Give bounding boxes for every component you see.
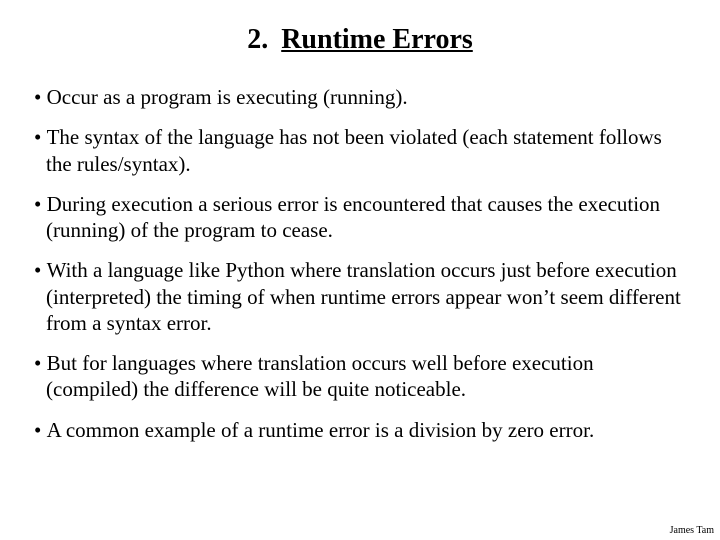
list-item: Occur as a program is executing (running…	[34, 84, 686, 110]
title-number: 2.	[247, 24, 268, 56]
slide-title: 2. Runtime Errors	[34, 24, 686, 56]
list-item: During execution a serious error is enco…	[34, 191, 686, 244]
list-item: But for languages where translation occu…	[34, 350, 686, 403]
slide: 2. Runtime Errors Occur as a program is …	[0, 0, 720, 443]
footer-author: James Tam	[670, 525, 714, 536]
list-item: With a language like Python where transl…	[34, 257, 686, 336]
title-text: Runtime Errors	[281, 24, 473, 55]
list-item: A common example of a runtime error is a…	[34, 417, 686, 443]
bullet-list: Occur as a program is executing (running…	[34, 84, 686, 443]
list-item: The syntax of the language has not been …	[34, 124, 686, 177]
